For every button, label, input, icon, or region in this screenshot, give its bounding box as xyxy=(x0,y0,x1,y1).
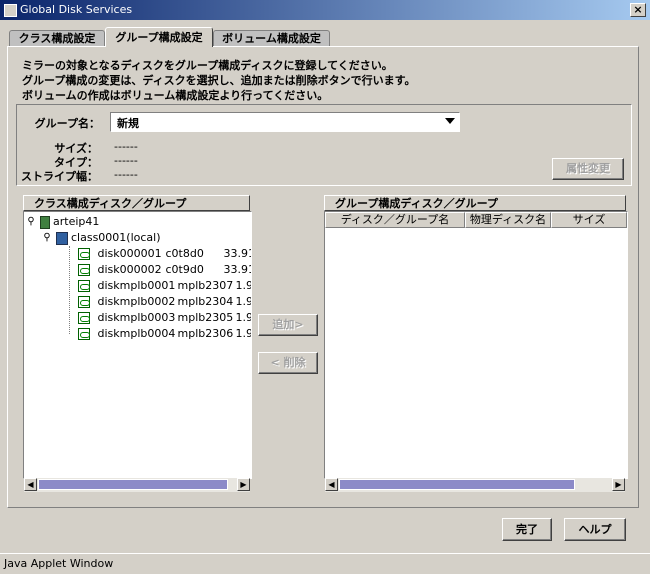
chevron-down-icon xyxy=(445,118,455,124)
column-header-size[interactable]: サイズ xyxy=(551,212,627,228)
tab-label: クラス構成設定 xyxy=(18,32,96,45)
close-button[interactable]: × xyxy=(630,3,646,17)
disk-device: mplb2305 xyxy=(177,311,234,324)
scroll-right-icon[interactable]: ▶ xyxy=(237,478,250,491)
disk-name: disk000002 xyxy=(97,263,162,276)
app-icon xyxy=(4,4,17,17)
disk-device: mplb2306 xyxy=(177,327,234,340)
group-disk-table[interactable]: ディスク／グループ名 物理ディスク名 サイズ xyxy=(324,211,628,479)
stripe-width-label: ストライプ幅： xyxy=(21,170,98,183)
disk-icon xyxy=(78,328,90,340)
tree-guide-line xyxy=(69,246,71,334)
instruction-line: グループ構成の変更は、ディスクを選択し、追加または削除ボタンで行います。 xyxy=(22,74,416,87)
attribute-change-button[interactable]: 属性変更 xyxy=(552,158,624,180)
group-name-combo[interactable]: 新規 xyxy=(110,112,460,132)
tree-disk-row[interactable]: diskmplb0002 mplb2304 1.9 xyxy=(78,294,252,310)
tree-expanded-icon[interactable]: ⚲ xyxy=(26,214,36,230)
class-icon xyxy=(55,231,68,245)
disk-icon xyxy=(78,296,90,308)
tree-node-label: class0001(local) xyxy=(71,231,161,244)
disk-name: diskmplb0002 xyxy=(97,295,176,308)
server-icon xyxy=(39,215,50,229)
status-bar: Java Applet Window xyxy=(0,553,650,574)
instruction-line: ボリュームの作成はボリューム構成設定より行ってください。 xyxy=(22,89,329,102)
disk-size: 1.9 xyxy=(235,327,252,340)
group-name-label: グループ名： xyxy=(34,117,100,130)
disk-device: c0t9d0 xyxy=(165,263,204,276)
tab-group-config[interactable]: グループ構成設定 xyxy=(105,27,213,47)
disk-icon xyxy=(78,264,90,276)
disk-icon xyxy=(78,280,90,292)
disk-name: diskmplb0001 xyxy=(97,279,176,292)
disk-size: 1.9 xyxy=(235,311,252,324)
tab-class-config[interactable]: クラス構成設定 xyxy=(9,30,105,46)
finish-button[interactable]: 完了 xyxy=(502,518,552,541)
disk-device: c0t8d0 xyxy=(165,247,204,260)
scroll-left-icon[interactable]: ◀ xyxy=(24,478,37,491)
size-value: ------ xyxy=(114,140,138,153)
stripe-width-value: ------ xyxy=(114,168,138,181)
column-header-physical-disk[interactable]: 物理ディスク名 xyxy=(465,212,551,228)
tree-expanded-icon[interactable]: ⚲ xyxy=(42,230,52,246)
window-titlebar: Global Disk Services × xyxy=(0,0,650,20)
tree-node-class[interactable]: ⚲ class0001(local) xyxy=(42,230,161,246)
tree-disk-row[interactable]: diskmplb0004 mplb2306 1.9 xyxy=(78,326,252,342)
disk-size: 33.91 GB xyxy=(223,247,252,260)
disk-size: 1.9 xyxy=(235,295,252,308)
remove-button[interactable]: < 削除 xyxy=(258,352,318,374)
disk-size: 33.91 GB xyxy=(223,263,252,276)
type-value: ------ xyxy=(114,154,138,167)
disk-device: mplb2307 xyxy=(177,279,234,292)
scroll-right-icon[interactable]: ▶ xyxy=(612,478,625,491)
class-disk-panel-header: クラス構成ディスク／グループ xyxy=(23,195,250,211)
window-title: Global Disk Services xyxy=(20,3,133,16)
disk-size: 1.9 xyxy=(235,279,252,292)
tree-disk-row[interactable]: disk000002c0t9d0 33.91 GB xyxy=(78,262,252,278)
group-disk-panel-header: グループ構成ディスク／グループ xyxy=(324,195,626,211)
right-horizontal-scrollbar[interactable]: ◀ ▶ xyxy=(325,478,625,492)
tab-label: ボリューム構成設定 xyxy=(222,32,321,45)
tree-disk-row[interactable]: diskmplb0003 mplb2305 1.9 xyxy=(78,310,252,326)
column-header-disk-group-name[interactable]: ディスク／グループ名 xyxy=(325,212,465,228)
tree-node-arteip41[interactable]: ⚲ arteip41 xyxy=(26,214,99,230)
left-horizontal-scrollbar[interactable]: ◀ ▶ xyxy=(24,478,250,492)
disk-name: disk000001 xyxy=(97,247,162,260)
tab-volume-config[interactable]: ボリューム構成設定 xyxy=(213,30,330,46)
tree-node-label: arteip41 xyxy=(53,215,100,228)
disk-device: mplb2304 xyxy=(177,295,234,308)
disk-icon xyxy=(78,248,90,260)
tree-disk-row[interactable]: diskmplb0001 mplb2307 1.9 xyxy=(78,278,252,294)
disk-icon xyxy=(78,312,90,324)
tree-disk-row[interactable]: disk000001c0t8d0 33.91 GB xyxy=(78,246,252,262)
help-button[interactable]: ヘルプ xyxy=(564,518,626,541)
group-name-value: 新規 xyxy=(117,117,139,130)
status-text: Java Applet Window xyxy=(4,557,114,570)
scroll-thumb[interactable] xyxy=(38,479,228,490)
instruction-line: ミラーの対象となるディスクをグループ構成ディスクに登録してください。 xyxy=(22,59,393,72)
tab-label: グループ構成設定 xyxy=(115,31,203,44)
scroll-left-icon[interactable]: ◀ xyxy=(325,478,338,491)
class-disk-tree[interactable]: ⚲ arteip41 ⚲ class0001(local) disk000001… xyxy=(23,211,252,479)
disk-name: diskmplb0003 xyxy=(97,311,176,324)
scroll-thumb[interactable] xyxy=(339,479,575,490)
add-button[interactable]: 追加> xyxy=(258,314,318,336)
disk-name: diskmplb0004 xyxy=(97,327,176,340)
